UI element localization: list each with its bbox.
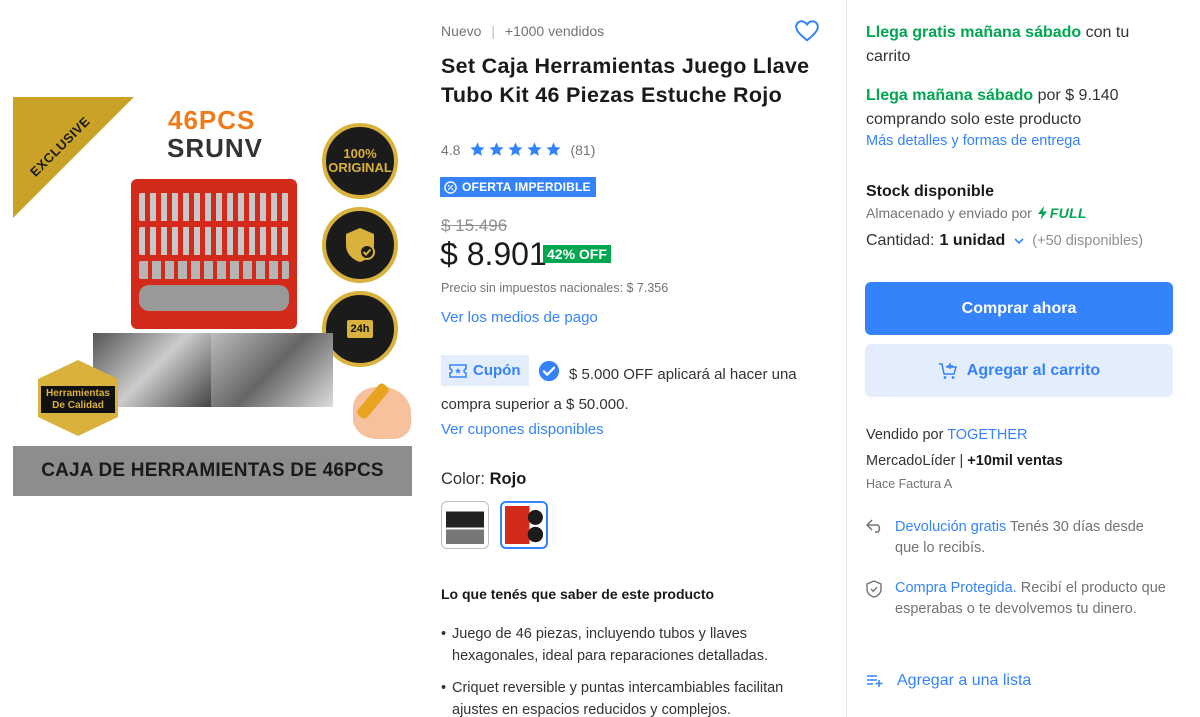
pieces-label: 46PCS (168, 105, 256, 135)
brand-label: SRUNV (167, 133, 264, 163)
color-swatch-red[interactable] (500, 501, 548, 549)
shield-check-icon (322, 207, 398, 283)
add-to-cart-button[interactable]: Agregar al carrito (865, 344, 1173, 397)
lightning-icon (1037, 206, 1047, 220)
buy-now-button[interactable]: Comprar ahora (865, 282, 1173, 335)
free-return-link[interactable]: Devolución gratis (895, 519, 1006, 535)
full-badge: FULL (1037, 205, 1087, 221)
add-to-list-link[interactable]: Agregar a una lista (866, 672, 1031, 690)
star-icon (527, 142, 543, 156)
star-icon (546, 142, 562, 156)
payment-methods-link[interactable]: Ver los medios de pago (441, 309, 598, 326)
features-list: Juego de 46 piezas, incluyendo tubos y l… (441, 623, 826, 717)
seller-reputation: MercadoLíder | +10mil ventas (866, 453, 1063, 469)
seller-info: Vendido por TOGETHER (866, 427, 1028, 443)
color-selector-label: Color: Rojo (441, 470, 527, 488)
product-main-image[interactable]: EXCLUSIVE 46PCS SRUNV 100% ORIGINAL 24h … (13, 97, 412, 496)
discount-badge: 42% OFF (543, 245, 611, 263)
offer-icon (444, 180, 457, 194)
column-divider (846, 0, 847, 717)
swatch-thumbnail (505, 506, 543, 544)
list-add-icon (867, 675, 883, 687)
tax-note: Precio sin impuestos nacionales: $ 7.356 (441, 281, 669, 295)
quantity-selector[interactable]: Cantidad: 1 unidad (+50 disponibles) (866, 232, 1143, 250)
return-benefit: Devolución gratis Tenés 30 días desde qu… (866, 517, 1166, 559)
rating-value: 4.8 (441, 141, 461, 158)
available-coupons-link[interactable]: Ver cupones disponibles (441, 421, 604, 438)
star-icon (508, 142, 524, 156)
chevron-down-icon (1014, 238, 1024, 245)
shield-check-icon (866, 580, 882, 598)
coupon-tag[interactable]: Cupón (441, 355, 530, 386)
quality-emblem: Herramientas De Calidad (23, 352, 133, 444)
features-title: Lo que tenés que saber de este producto (441, 586, 715, 602)
original-badge: 100% ORIGINAL (322, 123, 398, 199)
product-subtitle: Nuevo | +1000 vendidos (441, 23, 605, 39)
favorite-heart-icon[interactable] (794, 18, 820, 44)
protected-purchase-link[interactable]: Compra Protegida. (895, 580, 1017, 596)
rating-stars (469, 141, 562, 158)
delivery-details-link[interactable]: Más detalles y formas de entrega (866, 133, 1080, 149)
coupon-icon (449, 363, 467, 378)
cart-add-icon (938, 362, 957, 379)
product-title: Set Caja Herramientas Juego Llave Tubo K… (441, 54, 810, 107)
list-item: Criquet reversible y puntas intercambiab… (441, 677, 826, 717)
shipping-free: Llega gratis mañana sábado con tu carrit… (866, 24, 1130, 65)
wheel-photo (211, 333, 333, 407)
hand-wrench-icon (353, 387, 411, 439)
check-circle-icon (538, 360, 560, 382)
rating[interactable]: 4.8 (81) (441, 141, 595, 158)
star-icon (470, 142, 486, 156)
protection-benefit: Compra Protegida. Recibí el producto que… (866, 578, 1166, 620)
color-swatch-black[interactable] (441, 501, 489, 549)
shipping-paid: Llega mañana sábado por $ 9.140 comprand… (866, 87, 1119, 128)
star-icon (489, 142, 505, 156)
image-banner: CAJA DE HERRAMIENTAS DE 46PCS (13, 446, 412, 496)
swatch-thumbnail (446, 506, 484, 544)
review-count: (81) (570, 141, 596, 158)
stock-title: Stock disponible (866, 183, 995, 200)
invoice-note: Hace Factura A (866, 477, 953, 491)
fulfillment-info: Almacenado y enviado por FULL (866, 205, 1087, 221)
original-price: $ 15.496 (441, 216, 508, 235)
toolbox-illustration (131, 179, 297, 329)
list-item: Juego de 46 piezas, incluyendo tubos y l… (441, 623, 826, 667)
current-price: $ 8.901 (440, 236, 547, 272)
seller-name-link[interactable]: TOGETHER (947, 427, 1027, 443)
return-arrow-icon (866, 519, 881, 533)
offer-badge: OFERTA IMPERDIBLE (440, 177, 596, 197)
exclusive-ribbon: EXCLUSIVE (13, 97, 136, 220)
delivery-truck-icon: 24h (322, 291, 398, 367)
